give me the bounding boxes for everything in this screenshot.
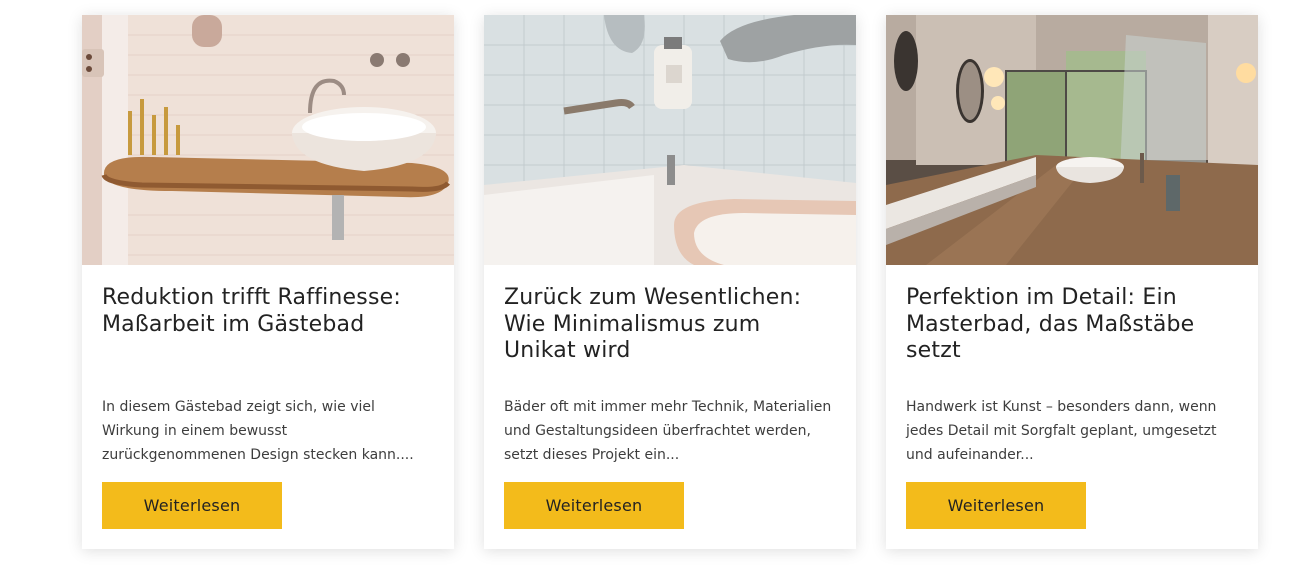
master-bathroom-photo: [886, 15, 1258, 265]
card-image-link[interactable]: [484, 15, 856, 265]
blog-card-list: Reduktion trifft Raffinesse: Maßarbeit i…: [82, 15, 1258, 549]
card-body: Reduktion trifft Raffinesse: Maßarbeit i…: [82, 285, 454, 467]
card-title[interactable]: Perfektion im Detail: Ein Masterbad, das…: [906, 285, 1238, 379]
card-body: Perfektion im Detail: Ein Masterbad, das…: [886, 285, 1258, 467]
read-more-button[interactable]: Weiterlesen: [504, 482, 684, 529]
read-more-button[interactable]: Weiterlesen: [102, 482, 282, 529]
card-image-link[interactable]: [886, 15, 1258, 265]
read-more-button[interactable]: Weiterlesen: [906, 482, 1086, 529]
card-title[interactable]: Zurück zum Wesentlichen: Wie Minimalismu…: [504, 285, 836, 379]
card-excerpt: In diesem Gästebad zeigt sich, wie viel …: [102, 399, 414, 463]
card-title[interactable]: Reduktion trifft Raffinesse: Maßarbeit i…: [102, 285, 434, 379]
minimalist-bathroom-photo: [484, 15, 856, 265]
card-excerpt: Handwerk ist Kunst – besonders dann, wen…: [906, 399, 1217, 463]
card-excerpt: Bäder oft mit immer mehr Technik, Materi…: [504, 399, 832, 463]
card-image-link[interactable]: [82, 15, 454, 265]
card-body: Zurück zum Wesentlichen: Wie Minimalismu…: [484, 285, 856, 467]
guest-bathroom-photo: [82, 15, 454, 265]
blog-card: Reduktion trifft Raffinesse: Maßarbeit i…: [82, 15, 454, 549]
blog-card: Perfektion im Detail: Ein Masterbad, das…: [886, 15, 1258, 549]
blog-card: Zurück zum Wesentlichen: Wie Minimalismu…: [484, 15, 856, 549]
